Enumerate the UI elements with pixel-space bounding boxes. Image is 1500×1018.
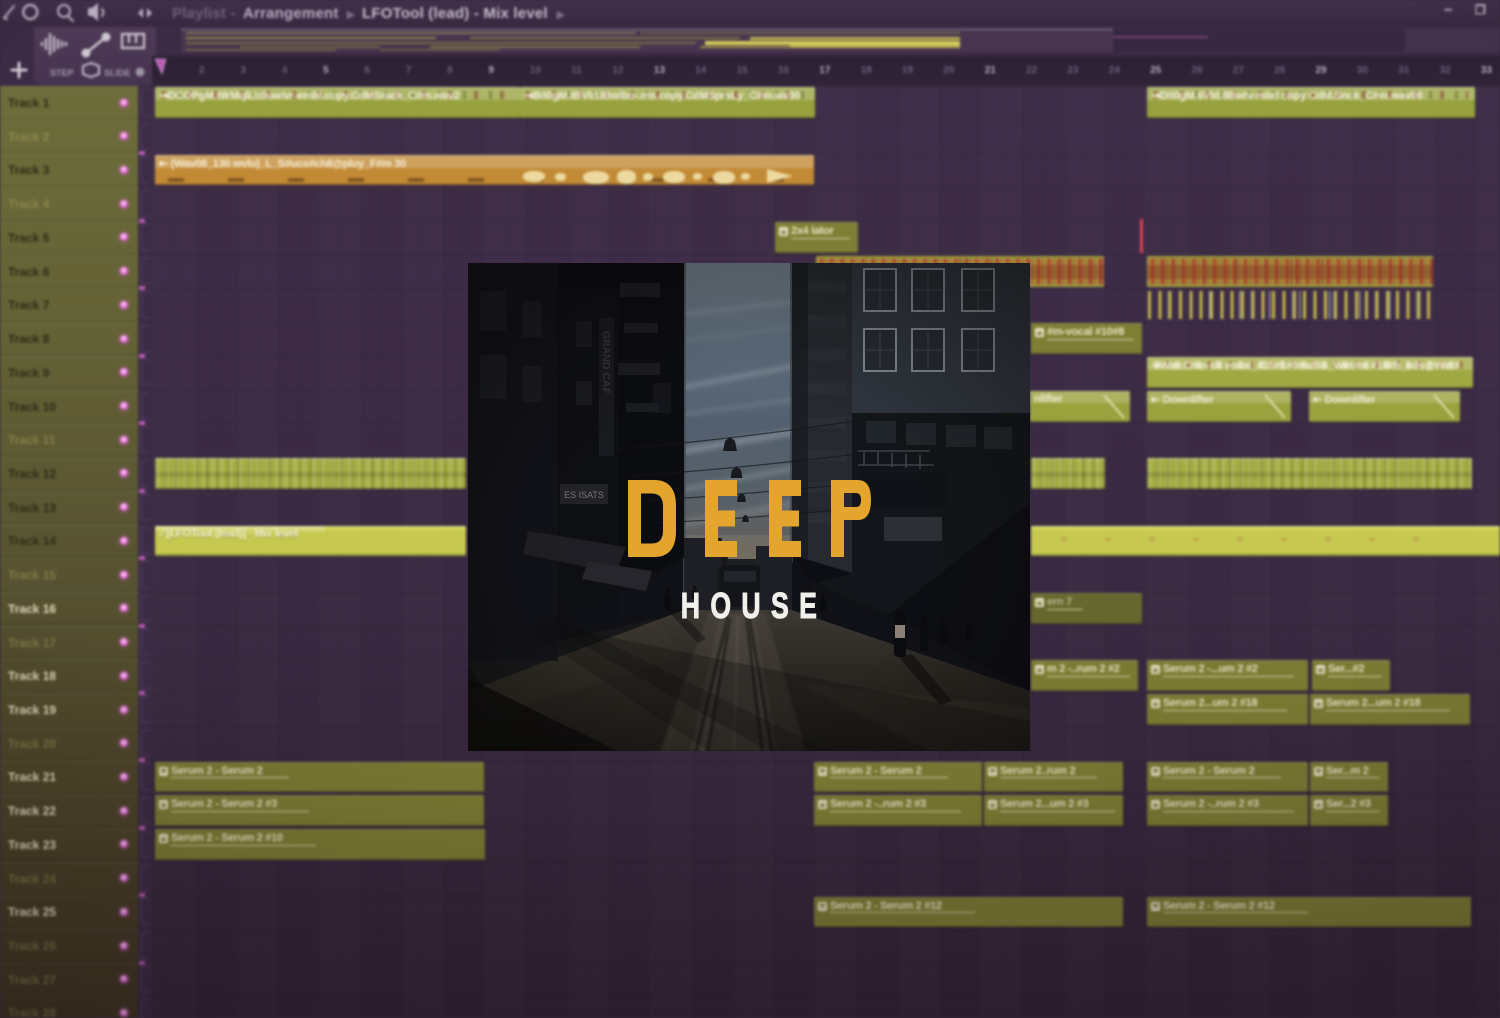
svg-text:STEP: STEP [50,68,74,78]
svg-text:SLIDE: SLIDE [104,68,131,78]
svg-text:HOUSE: HOUSE [681,585,828,626]
